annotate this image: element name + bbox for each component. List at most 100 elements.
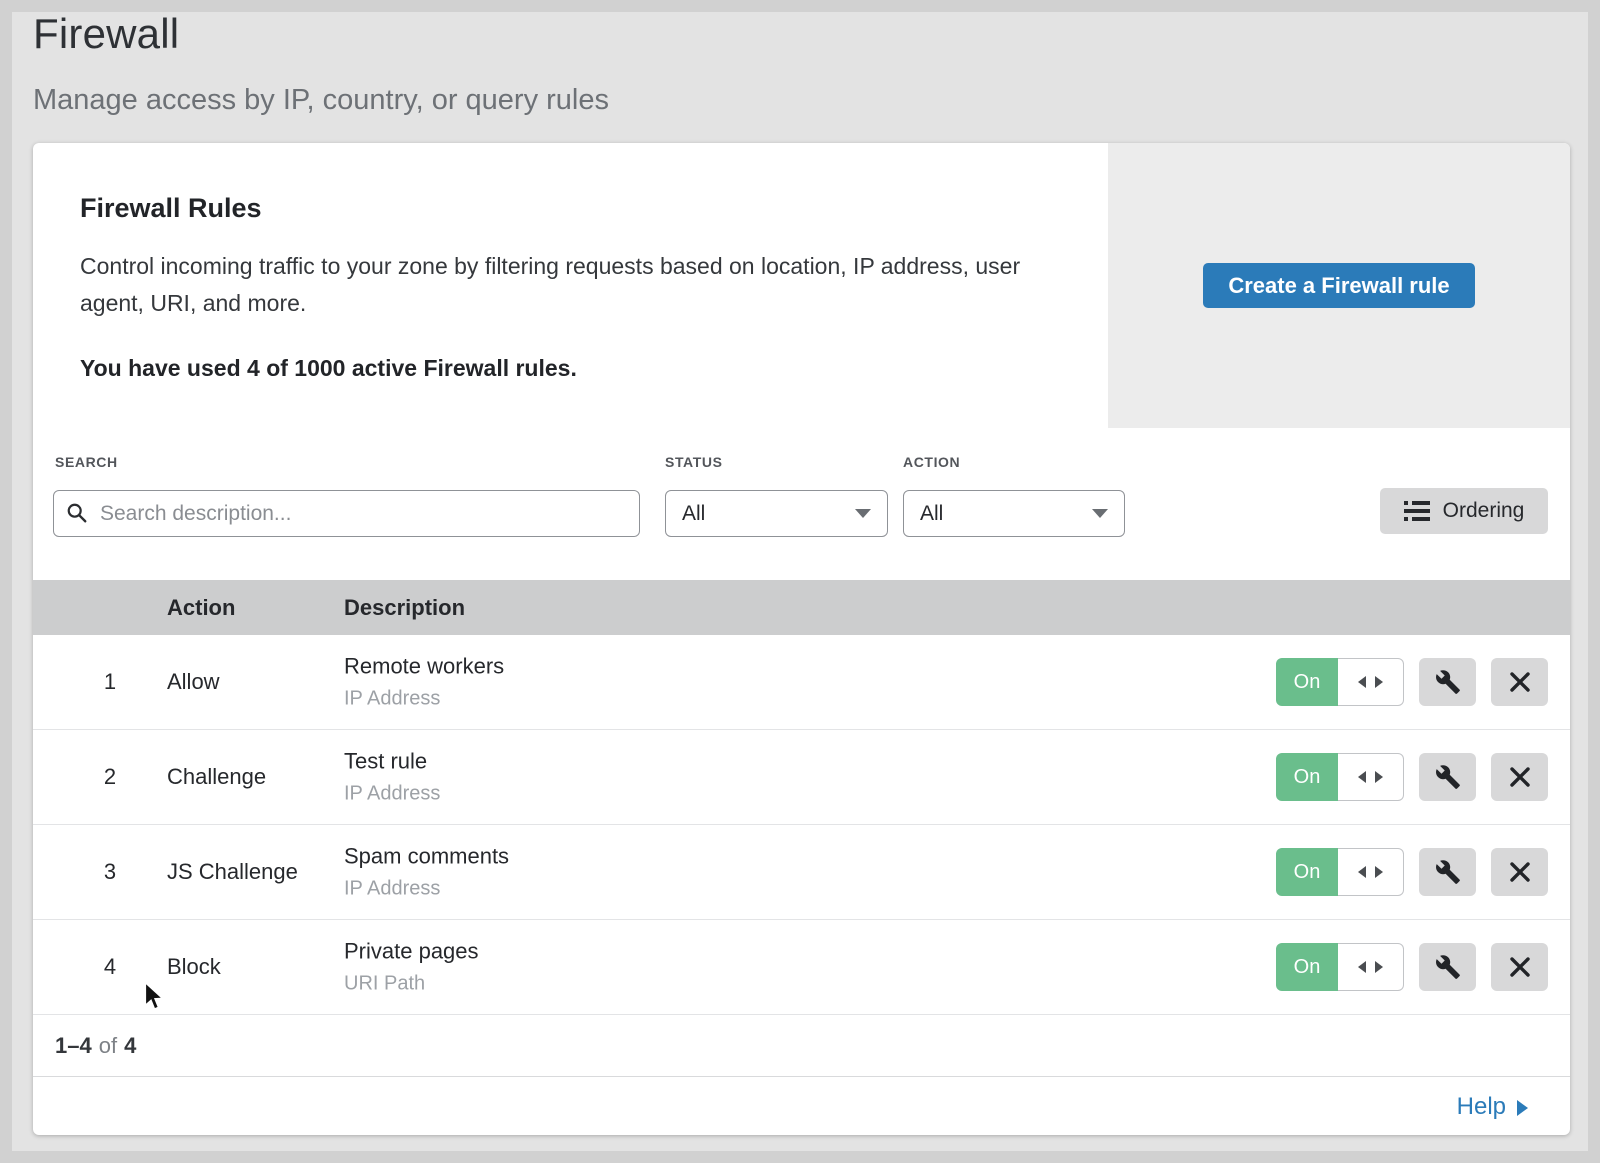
status-select[interactable]: All <box>665 490 888 537</box>
close-icon <box>1508 765 1532 789</box>
rule-controls: On <box>1276 943 1548 991</box>
delete-rule-button[interactable] <box>1491 943 1548 991</box>
toggle-arrows-icon <box>1375 771 1383 783</box>
ordering-button-label: Ordering <box>1443 499 1525 523</box>
toggle-arrows-icon <box>1375 961 1383 973</box>
toggle-handle[interactable] <box>1338 943 1404 991</box>
rule-row: 2 Challenge Test rule IP Address On <box>33 730 1570 825</box>
page-header: Firewall Manage access by IP, country, o… <box>33 10 609 117</box>
edit-rule-button[interactable] <box>1419 848 1476 896</box>
page-title: Firewall <box>33 10 609 58</box>
toggle-handle[interactable] <box>1338 658 1404 706</box>
toggle-arrows-icon <box>1358 771 1366 783</box>
rule-enabled-toggle[interactable]: On <box>1276 658 1404 706</box>
toggle-arrows-icon <box>1375 676 1383 688</box>
chevron-down-icon <box>1092 509 1108 518</box>
page-subtitle: Manage access by IP, country, or query r… <box>33 84 609 117</box>
column-header-description: Description <box>344 595 465 621</box>
edit-rule-button[interactable] <box>1419 943 1476 991</box>
toggle-arrows-icon <box>1358 676 1366 688</box>
rule-row: 1 Allow Remote workers IP Address On <box>33 635 1570 730</box>
card-intro-section: Firewall Rules Control incoming traffic … <box>33 143 1570 428</box>
status-label: STATUS <box>665 454 723 470</box>
wrench-icon <box>1435 859 1461 885</box>
rule-description: Private pages <box>344 939 479 965</box>
toggle-handle[interactable] <box>1338 848 1404 896</box>
rule-action: Block <box>167 954 221 980</box>
rule-action: JS Challenge <box>167 859 298 885</box>
card-aside-panel: Create a Firewall rule <box>1108 143 1570 428</box>
ordering-list-icon <box>1404 500 1431 522</box>
rule-description-block: Spam comments IP Address <box>344 844 509 901</box>
rule-row: 4 Block Private pages URI Path On <box>33 920 1570 1015</box>
filter-bar: SEARCH STATUS All ACTION All <box>33 428 1570 580</box>
toggle-arrows-icon <box>1358 866 1366 878</box>
rule-action: Allow <box>167 669 220 695</box>
delete-rule-button[interactable] <box>1491 753 1548 801</box>
close-icon <box>1508 860 1532 884</box>
rule-match-type: IP Address <box>344 688 504 711</box>
search-field-wrap <box>53 490 640 537</box>
rule-description: Test rule <box>344 749 440 775</box>
firewall-rules-card: Firewall Rules Control incoming traffic … <box>33 143 1570 1135</box>
rule-match-type: URI Path <box>344 973 479 996</box>
rule-description-block: Remote workers IP Address <box>344 654 504 711</box>
rule-action: Challenge <box>167 764 266 790</box>
rule-controls: On <box>1276 753 1548 801</box>
ordering-button[interactable]: Ordering <box>1380 488 1548 534</box>
card-intro-text: Firewall Rules Control incoming traffic … <box>33 143 1108 428</box>
rule-description: Spam comments <box>344 844 509 870</box>
rule-description-block: Private pages URI Path <box>344 939 479 996</box>
card-heading: Firewall Rules <box>80 193 1108 224</box>
create-firewall-rule-button[interactable]: Create a Firewall rule <box>1203 263 1474 308</box>
search-input[interactable] <box>53 490 640 537</box>
help-bar: Help <box>33 1076 1570 1135</box>
wrench-icon <box>1435 954 1461 980</box>
toggle-on-label: On <box>1276 943 1338 991</box>
help-link[interactable]: Help <box>1457 1093 1528 1121</box>
action-select[interactable]: All <box>903 490 1125 537</box>
toggle-on-label: On <box>1276 848 1338 896</box>
rule-priority: 1 <box>93 669 127 695</box>
pagination-range: 1–4 of 4 <box>55 1033 136 1059</box>
close-icon <box>1508 670 1532 694</box>
column-header-action: Action <box>167 595 235 621</box>
rule-priority: 2 <box>93 764 127 790</box>
toggle-on-label: On <box>1276 658 1338 706</box>
chevron-down-icon <box>855 509 871 518</box>
rule-description-block: Test rule IP Address <box>344 749 440 806</box>
toggle-on-label: On <box>1276 753 1338 801</box>
edit-rule-button[interactable] <box>1419 753 1476 801</box>
status-select-value: All <box>682 502 705 526</box>
toggle-handle[interactable] <box>1338 753 1404 801</box>
rule-controls: On <box>1276 848 1548 896</box>
pagination-range-start: 1–4 <box>55 1033 92 1058</box>
pagination-bar: 1–4 of 4 <box>33 1015 1570 1076</box>
toggle-arrows-icon <box>1375 866 1383 878</box>
help-arrow-icon <box>1517 1100 1528 1116</box>
search-icon <box>66 502 88 524</box>
wrench-icon <box>1435 764 1461 790</box>
rule-match-type: IP Address <box>344 878 509 901</box>
action-label: ACTION <box>903 454 960 470</box>
search-label: SEARCH <box>55 454 118 470</box>
rule-match-type: IP Address <box>344 783 440 806</box>
help-link-label: Help <box>1457 1093 1506 1121</box>
rule-enabled-toggle[interactable]: On <box>1276 753 1404 801</box>
rules-rows: 1 Allow Remote workers IP Address On <box>33 635 1570 1015</box>
rule-controls: On <box>1276 658 1548 706</box>
delete-rule-button[interactable] <box>1491 848 1548 896</box>
pagination-of-text: of <box>99 1033 117 1058</box>
rule-enabled-toggle[interactable]: On <box>1276 848 1404 896</box>
toggle-arrows-icon <box>1358 961 1366 973</box>
wrench-icon <box>1435 669 1461 695</box>
pagination-total: 4 <box>124 1033 136 1058</box>
rule-priority: 3 <box>93 859 127 885</box>
close-icon <box>1508 955 1532 979</box>
delete-rule-button[interactable] <box>1491 658 1548 706</box>
rule-description: Remote workers <box>344 654 504 680</box>
rule-enabled-toggle[interactable]: On <box>1276 943 1404 991</box>
rule-row: 3 JS Challenge Spam comments IP Address … <box>33 825 1570 920</box>
table-header: Action Description <box>33 580 1570 635</box>
edit-rule-button[interactable] <box>1419 658 1476 706</box>
